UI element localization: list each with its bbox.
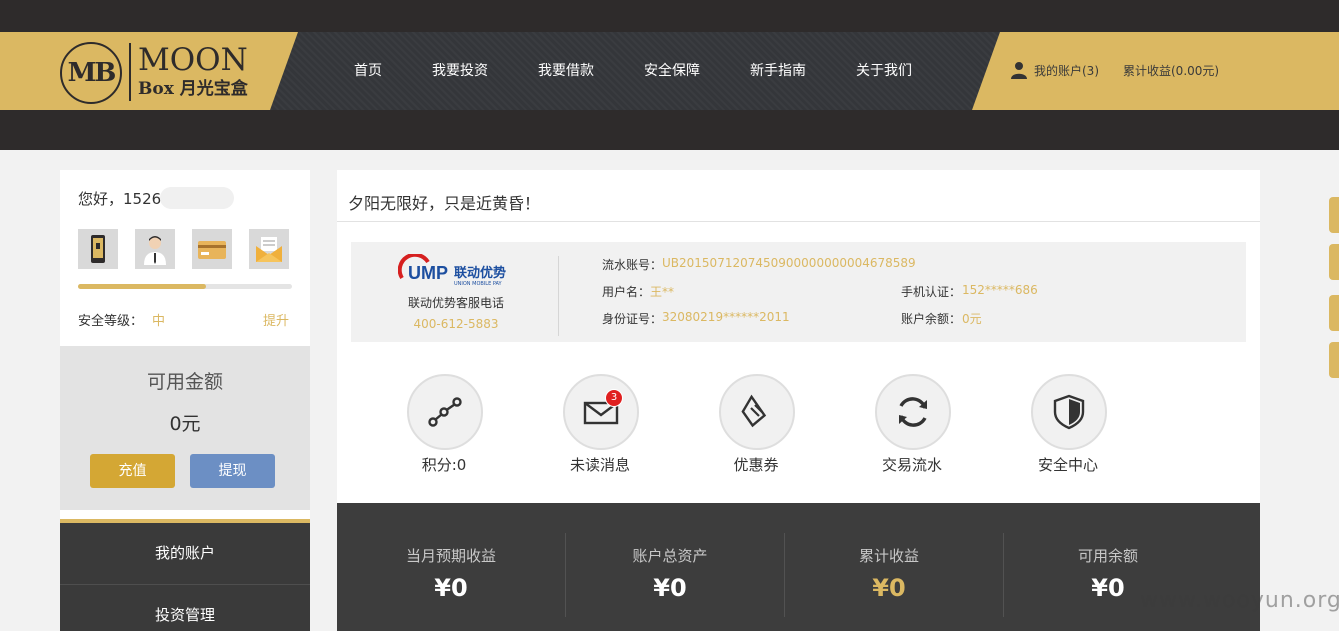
my-account-link[interactable]: 我的账户(3) xyxy=(1034,32,1099,110)
stat-monthly-expected-value: ¥0 xyxy=(434,574,468,602)
stat-divider xyxy=(1003,533,1004,617)
nav-invest[interactable]: 我要投资 xyxy=(432,32,488,110)
balance-label: 账户余额： xyxy=(901,312,962,326)
logo-mark: MB xyxy=(60,42,122,104)
phone-icon xyxy=(91,235,105,263)
refresh-icon xyxy=(899,397,927,427)
security-label: 安全等级： xyxy=(78,314,144,329)
phone-auth-value: 152*****686 xyxy=(962,283,1038,297)
feature-points-label: 积分:0 xyxy=(421,456,467,474)
stat-total-assets-value: ¥0 xyxy=(653,574,687,602)
security-progress xyxy=(78,284,292,289)
masked-phone xyxy=(160,187,234,209)
mail-icon xyxy=(256,237,282,262)
info-divider xyxy=(558,256,559,336)
nav-security[interactable]: 安全保障 xyxy=(644,32,700,110)
feature-messages-label: 未读消息 xyxy=(569,456,630,474)
phone-verify-button[interactable] xyxy=(78,229,118,269)
unread-count-badge: 3 xyxy=(605,389,623,407)
phone-auth-label: 手机认证： xyxy=(901,285,962,299)
stat-divider xyxy=(784,533,785,617)
page-motto: 夕阳无限好，只是近黄昏！ xyxy=(348,194,541,213)
stat-cumulative-earnings-label: 累计收益 xyxy=(858,547,919,565)
available-amount-value: 0元 xyxy=(169,413,201,435)
logo-divider xyxy=(129,43,131,101)
security-progress-fill xyxy=(78,284,207,289)
ump-hotline-label: 联动优势客服电话 xyxy=(407,296,504,310)
stat-available-balance-label: 可用余额 xyxy=(1077,547,1138,565)
sub-header-bar xyxy=(0,110,1339,150)
bank-card-button[interactable] xyxy=(192,229,232,269)
stat-divider xyxy=(565,533,566,617)
security-level: 中 xyxy=(152,314,166,329)
float-tab-3[interactable] xyxy=(1329,295,1339,331)
logo-chinese: Box 月光宝盒 xyxy=(138,79,248,99)
svg-text:UNION MOBILE PAY: UNION MOBILE PAY xyxy=(454,281,503,286)
svg-text:联动优势: 联动优势 xyxy=(454,265,506,281)
site-logo[interactable]: MB MOON Box 月光宝盒 xyxy=(60,41,260,104)
feature-security-center-label: 安全中心 xyxy=(1037,456,1098,474)
withdraw-button[interactable]: 提现 xyxy=(190,454,275,488)
float-tab-2[interactable] xyxy=(1329,244,1339,280)
email-verify-button[interactable] xyxy=(249,229,289,269)
username-value: 王** xyxy=(650,285,675,299)
recharge-button[interactable]: 充值 xyxy=(90,454,175,488)
nav-borrow[interactable]: 我要借款 xyxy=(538,32,594,110)
logo-english: MOON xyxy=(138,42,248,78)
idcard-label: 身份证号： xyxy=(602,312,663,326)
user-icon xyxy=(1011,62,1027,79)
total-earnings-link[interactable]: 累计收益(0.00元) xyxy=(1123,32,1219,110)
float-tab-1[interactable] xyxy=(1329,197,1339,233)
svg-text:UMP: UMP xyxy=(408,263,448,283)
ump-hotline: 400-612-5883 xyxy=(413,317,499,331)
upgrade-security-link[interactable]: 提升 xyxy=(263,310,289,329)
stat-monthly-expected-label: 当月预期收益 xyxy=(405,547,496,565)
shield-icon xyxy=(1053,394,1085,430)
username-label: 用户名： xyxy=(602,285,651,299)
float-tab-4[interactable] xyxy=(1329,342,1339,378)
sidebar-item-investment[interactable]: 投资管理 xyxy=(60,584,310,631)
nav-about[interactable]: 关于我们 xyxy=(856,32,912,110)
motto-divider xyxy=(337,221,1260,222)
serial-value: UB2015071207450900000000004678589 xyxy=(662,256,916,270)
stat-cumulative-earnings-value: ¥0 xyxy=(872,574,906,602)
serial-label: 流水账号： xyxy=(602,258,663,272)
stat-total-assets-label: 账户总资产 xyxy=(632,547,708,565)
nav-guide[interactable]: 新手指南 xyxy=(750,32,806,110)
identity-verify-button[interactable] xyxy=(135,229,175,269)
top-bar xyxy=(0,0,1339,32)
feature-transactions-label: 交易流水 xyxy=(881,456,942,474)
person-icon xyxy=(144,236,166,265)
balance-value: 0元 xyxy=(962,312,982,326)
stats-panel xyxy=(337,503,1260,631)
available-amount-label: 可用金额 xyxy=(146,371,223,393)
sidebar-item-my-account[interactable]: 我的账户 xyxy=(60,523,310,584)
points-icon xyxy=(428,397,462,427)
idcard-value: 32080219******2011 xyxy=(662,310,790,324)
card-icon xyxy=(198,241,226,259)
ump-logo: UMP 联动优势 UNION MOBILE PAY xyxy=(398,254,506,286)
watermark: www.wooyun.org xyxy=(1140,588,1339,613)
greeting: 您好，1526 xyxy=(78,190,162,208)
feature-coupons-label: 优惠券 xyxy=(733,456,779,474)
coupon-icon xyxy=(741,394,767,428)
nav-home[interactable]: 首页 xyxy=(354,32,382,110)
